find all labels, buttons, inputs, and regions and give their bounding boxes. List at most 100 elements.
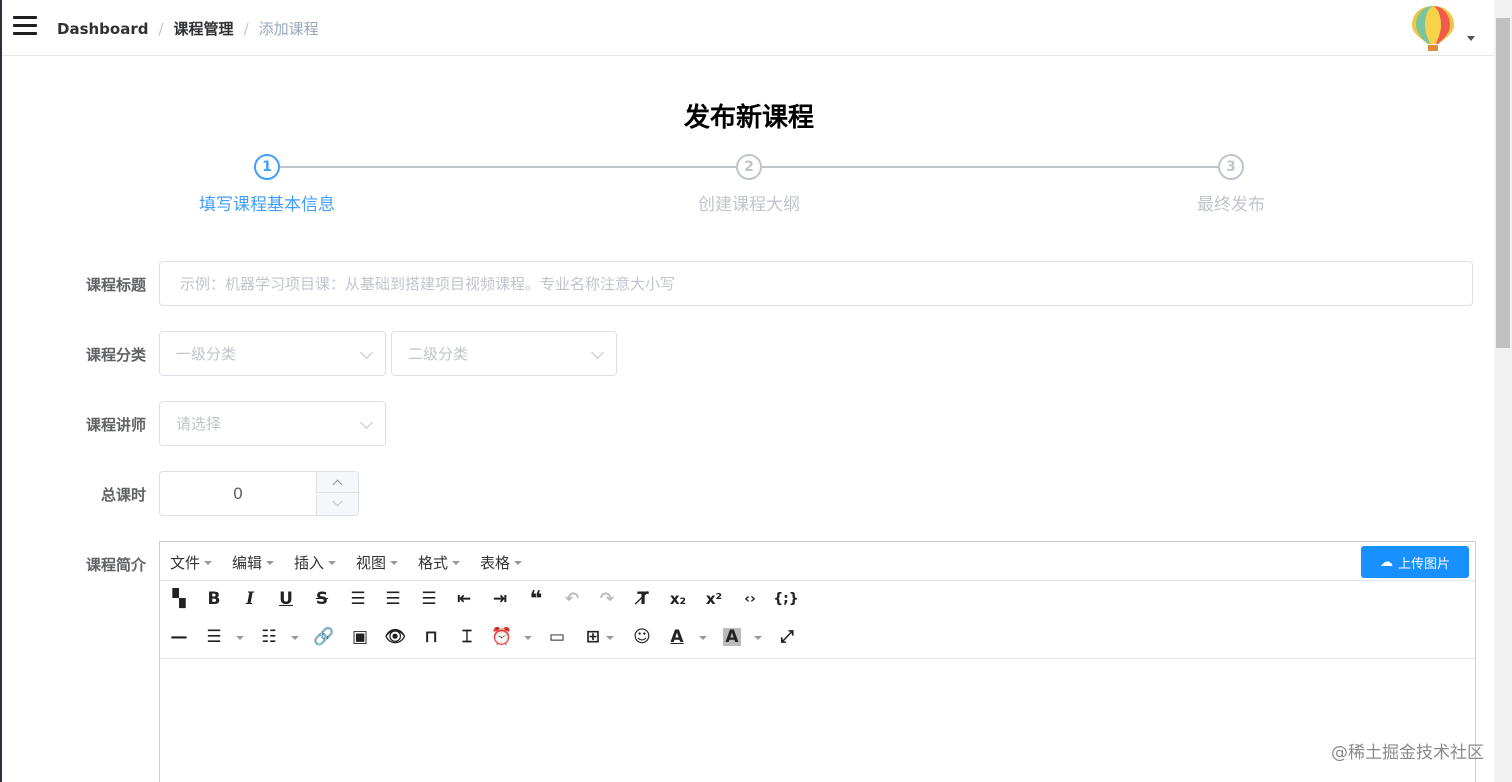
outdent-icon[interactable]: ⇤ <box>451 586 477 612</box>
page-scrollbar[interactable] <box>1494 0 1512 782</box>
menu-file[interactable]: 文件 <box>170 552 213 573</box>
step-connector <box>280 166 736 168</box>
course-category-label: 课程分类 <box>85 346 146 364</box>
scrollbar-thumb[interactable] <box>1496 18 1510 348</box>
menu-insert[interactable]: 插入 <box>294 552 337 573</box>
chevron-down-icon <box>360 346 373 359</box>
menu-edit-label: 编辑 <box>232 554 263 572</box>
step-connector <box>762 166 1219 168</box>
course-title-input[interactable]: 示例：机器学习项目课：从基础到搭建项目视频课程。专业名称注意大小写 <box>159 261 1473 306</box>
step-3-label: 最终发布 <box>1197 195 1265 215</box>
menu-insert-label: 插入 <box>294 554 325 572</box>
align-right-icon[interactable]: ☰ <box>416 586 442 612</box>
table-dropdown-icon[interactable] <box>606 636 614 640</box>
page-title: 发布新课程 <box>683 103 814 133</box>
breadcrumb-current: 添加课程 <box>258 20 319 38</box>
upload-image-label: 上传图片 <box>1397 556 1450 572</box>
menu-edit[interactable]: 编辑 <box>232 552 275 573</box>
clear-format-icon[interactable]: T̸ <box>630 586 656 612</box>
text-color-icon[interactable]: A <box>664 624 690 650</box>
find-replace-icon[interactable]: ▚ <box>166 586 192 612</box>
breadcrumb-separator: / <box>158 19 164 38</box>
step-3-icon: 3 <box>1218 154 1244 180</box>
total-hours-stepper[interactable]: 0 <box>159 471 359 516</box>
link-icon[interactable]: 🔗 <box>311 624 337 650</box>
menu-table-label: 表格 <box>480 554 511 572</box>
menu-view-label: 视图 <box>356 554 387 572</box>
editor-toolbar-row2: — ☰ ☷ 🔗 ▣ 👁 ⊓ ⌶ ⏰ ▭ ⊞ ☺ A A ⤢ <box>160 624 1475 662</box>
chevron-down-icon <box>591 346 604 359</box>
align-left-icon[interactable]: ☰ <box>345 586 371 612</box>
breadcrumb: Dashboard / 课程管理 / 添加课程 <box>57 18 319 39</box>
editor-menubar: 文件 编辑 插入 视图 格式 表格 ☁ 上传图片 <box>160 542 1475 581</box>
blockquote-icon[interactable]: ❝ <box>523 586 549 612</box>
underline-icon[interactable]: U <box>273 586 299 612</box>
bullet-list-icon[interactable]: ☰ <box>201 624 227 650</box>
redo-icon[interactable]: ↷ <box>594 586 620 612</box>
code-sample-icon[interactable]: {;} <box>773 586 799 612</box>
teacher-select[interactable]: 请选择 <box>159 401 386 446</box>
datetime-dropdown-icon[interactable] <box>524 636 532 640</box>
category-level2-placeholder: 二级分类 <box>408 345 469 363</box>
table-icon[interactable]: ⊞ <box>580 624 606 650</box>
breadcrumb-course-management[interactable]: 课程管理 <box>174 18 234 39</box>
teacher-placeholder: 请选择 <box>176 415 222 433</box>
bold-icon[interactable]: B <box>201 586 227 612</box>
increase-button[interactable] <box>316 472 358 493</box>
category-level1-placeholder: 一级分类 <box>176 345 237 363</box>
menu-file-label: 文件 <box>170 554 201 572</box>
hamburger-icon[interactable] <box>13 16 37 38</box>
editor-content-area[interactable] <box>160 658 1475 782</box>
strikethrough-icon[interactable]: S <box>309 586 335 612</box>
indent-icon[interactable]: ⇥ <box>487 586 513 612</box>
numbered-list-dropdown-icon[interactable] <box>291 636 299 640</box>
avatar-dropdown-icon[interactable] <box>1467 36 1475 41</box>
horizontal-rule-icon[interactable]: — <box>166 624 192 650</box>
step-2-icon: 2 <box>736 154 762 180</box>
menu-format[interactable]: 格式 <box>418 552 461 573</box>
subscript-icon[interactable]: x₂ <box>665 586 691 612</box>
chevron-down-icon <box>360 416 373 429</box>
step-1-icon: 1 <box>254 154 280 180</box>
image-icon[interactable]: ▣ <box>347 624 373 650</box>
step-2-label: 创建课程大纲 <box>698 195 800 215</box>
upload-image-button[interactable]: ☁ 上传图片 <box>1361 546 1469 578</box>
watermark: @稀土掘金技术社区 <box>1331 743 1484 763</box>
total-hours-value[interactable]: 0 <box>160 472 316 515</box>
background-color-dropdown-icon[interactable] <box>754 636 762 640</box>
cloud-upload-icon: ☁ <box>1379 554 1393 570</box>
superscript-icon[interactable]: x² <box>701 586 727 612</box>
numbered-list-icon[interactable]: ☷ <box>256 624 282 650</box>
code-icon[interactable]: ‹› <box>737 586 763 612</box>
menu-view[interactable]: 视图 <box>356 552 399 573</box>
course-teacher-label: 课程讲师 <box>85 416 146 434</box>
total-hours-label: 总课时 <box>100 486 146 504</box>
category-level2-select[interactable]: 二级分类 <box>391 331 617 376</box>
align-center-icon[interactable]: ☰ <box>380 586 406 612</box>
navbar: Dashboard / 课程管理 / 添加课程 <box>2 0 1496 56</box>
rich-text-editor: 文件 编辑 插入 视图 格式 表格 ☁ 上传图片 ▚ B I U S ☰ ☰ ☰… <box>159 541 1476 782</box>
undo-icon[interactable]: ↶ <box>559 586 585 612</box>
menu-table[interactable]: 表格 <box>480 552 523 573</box>
preview-icon[interactable]: 👁 <box>382 624 408 650</box>
bullet-list-dropdown-icon[interactable] <box>236 636 244 640</box>
step-1-label: 填写课程基本信息 <box>199 195 335 215</box>
datetime-icon[interactable]: ⏰ <box>489 624 515 650</box>
bookmark-icon[interactable]: ⊓ <box>418 624 444 650</box>
fullscreen-icon[interactable]: ⤢ <box>774 624 800 650</box>
emoticons-icon[interactable]: ☺ <box>629 624 655 650</box>
breadcrumb-separator: / <box>243 19 249 38</box>
menu-format-label: 格式 <box>418 554 449 572</box>
page-break-icon[interactable]: ⌶ <box>454 624 480 650</box>
avatar[interactable] <box>1408 4 1458 52</box>
app: Dashboard / 课程管理 / 添加课程 发布新课程 1 2 3 填写课程… <box>0 0 1512 782</box>
editor-toolbar-row1: ▚ B I U S ☰ ☰ ☰ ⇤ ⇥ ❝ ↶ ↷ T̸ x₂ x² ‹› {;… <box>160 586 1475 624</box>
background-color-icon[interactable]: A <box>723 627 741 647</box>
text-color-dropdown-icon[interactable] <box>699 636 707 640</box>
media-icon[interactable]: ▭ <box>544 624 570 650</box>
course-title-label: 课程标题 <box>85 276 146 294</box>
category-level1-select[interactable]: 一级分类 <box>159 331 386 376</box>
decrease-button[interactable] <box>316 494 358 515</box>
italic-icon[interactable]: I <box>237 586 263 612</box>
breadcrumb-dashboard[interactable]: Dashboard <box>57 20 148 38</box>
